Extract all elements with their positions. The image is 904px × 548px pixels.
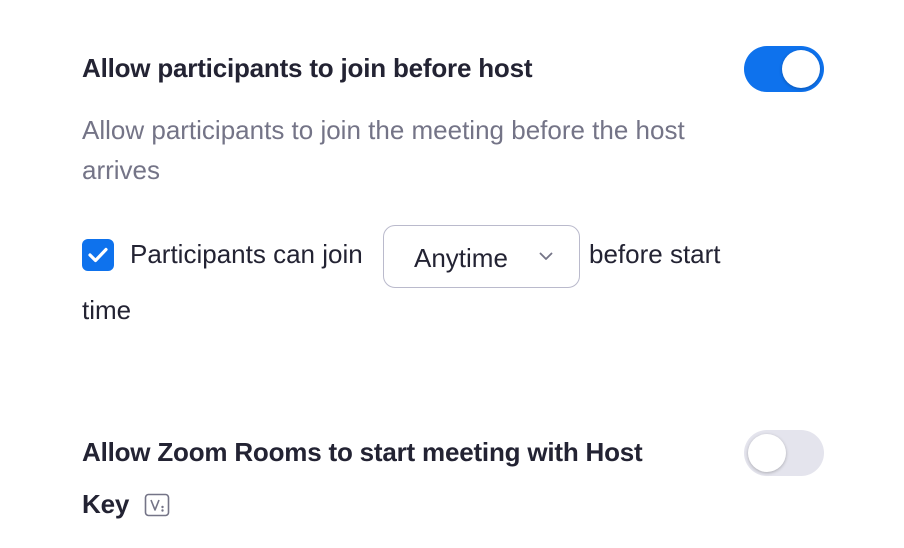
before-start-label: before start [589,239,721,269]
join-time-dropdown-value: Anytime [414,243,508,273]
time-label: time [82,295,132,325]
chevron-down-icon [539,252,553,260]
zoom-rooms-host-key-title: Allow Zoom Rooms to start meeting with H… [82,437,643,467]
join-time-dropdown[interactable]: Anytime [383,225,580,288]
join-before-host-title: Allow participants to join before host [82,53,533,83]
participants-join-checkbox[interactable] [82,239,114,271]
participants-can-join-label: Participants can join [130,239,363,269]
join-before-host-toggle[interactable] [744,46,824,92]
toggle-knob [782,50,820,88]
join-before-host-description: Allow participants to join the meeting b… [82,115,685,185]
toggle-knob [748,434,786,472]
checkmark-icon [88,247,108,263]
zoom-rooms-host-key-toggle[interactable] [744,430,824,476]
zoom-rooms-host-key-title-line2: Key [82,489,130,519]
verified-host-key-icon[interactable] [144,492,170,518]
